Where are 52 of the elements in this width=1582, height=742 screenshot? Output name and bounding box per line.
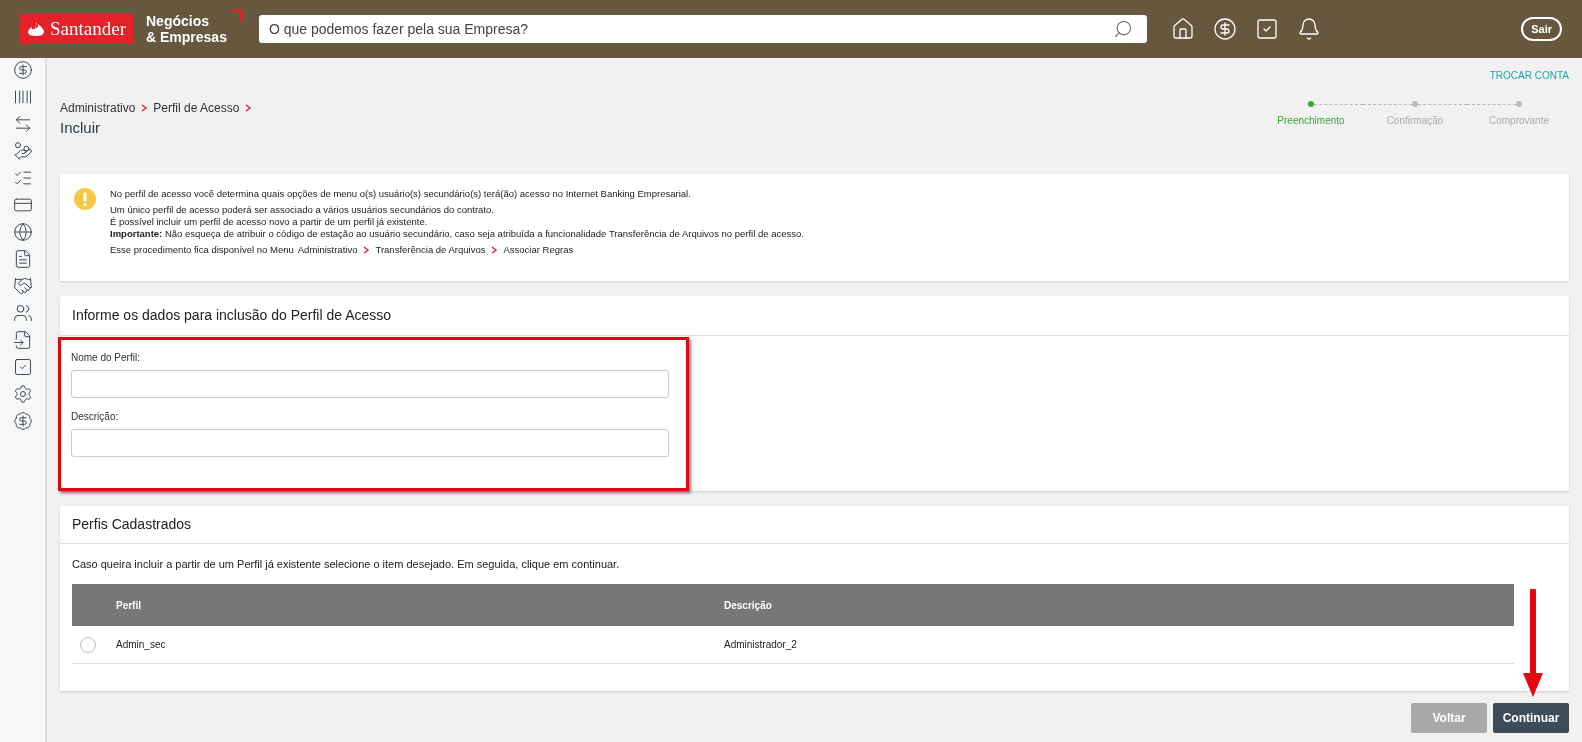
notice-lead: No perfil de acesso você determina quais opções de menu o(s) usuário(s) secundário(s) terá(ão) acesso no Internet Banking Empresarial. <box>110 187 692 200</box>
step-label: Comprovante <box>1489 114 1549 128</box>
bell-icon[interactable] <box>1296 17 1321 41</box>
checkbox-icon[interactable] <box>1254 17 1279 41</box>
people-icon[interactable] <box>12 303 33 323</box>
section-title: Perfis Cadastrados <box>60 505 1569 544</box>
field-label: Nome do Perfil: <box>71 350 141 365</box>
menu-path-item: Administrativo <box>297 243 358 256</box>
step-label: Preenchimento <box>1277 114 1345 128</box>
home-icon[interactable] <box>1170 17 1195 41</box>
text-field[interactable] <box>71 369 669 398</box>
continue-button[interactable]: Continuar <box>1493 702 1569 733</box>
notice-text: Um único perfil de acesso poderá ser associado a vários usuários secundários do contrato. <box>110 203 495 216</box>
breadcrumb-link[interactable]: Administrativo <box>60 99 136 117</box>
flame-icon <box>28 22 44 36</box>
chevron-icon <box>245 104 252 112</box>
breadcrumb-link[interactable]: Perfil de Acesso <box>153 99 240 117</box>
step-label: Confirmação <box>1386 114 1444 128</box>
globe-icon[interactable] <box>12 222 33 242</box>
settings-icon[interactable] <box>12 384 33 404</box>
column-header: Perfil <box>115 598 142 613</box>
chevron-icon <box>363 245 370 254</box>
menu-path-item: Associar Regras <box>503 243 574 256</box>
field-label: Descrição: <box>71 409 120 424</box>
page-title: Incluir <box>60 118 101 138</box>
checkbox-icon[interactable] <box>12 357 33 377</box>
profiles-hint: Caso queira incluir a partir de um Perfil já existente selecione o item desejado. Em seguida, clique em continuar. <box>72 556 621 572</box>
column-header: Descrição <box>724 598 772 613</box>
search-field[interactable]: O que podemos fazer pela sua Empresa? <box>258 15 1147 43</box>
notice-text: Importante: Não esqueça de atribuir o código de estação ao usuário secundário, caso seja atribuída a funcionalidade Transferência de Arquivos no perfil de acesso. <box>110 227 804 240</box>
document-arrow-icon[interactable] <box>12 330 33 350</box>
section-title: Informe os dados para inclusão do Perfil de Acesso <box>60 295 1569 336</box>
notice-text: É possível incluir um perfil de acesso novo a partir de um perfil já existente. <box>110 215 429 228</box>
hand-coins-icon[interactable] <box>12 141 33 161</box>
table-cell-text: Admin_sec <box>116 638 167 652</box>
product-name: Negócios <box>146 13 210 29</box>
table-cell-text: Administrador_2 <box>724 638 797 652</box>
handshake-icon[interactable] <box>12 276 33 296</box>
warning-icon <box>74 187 96 210</box>
chevron-icon <box>141 104 148 112</box>
logout-button[interactable]: Sair <box>1521 17 1562 41</box>
menu-path-item: Transferência de Arquivos <box>375 243 486 256</box>
text-field[interactable] <box>71 428 669 457</box>
brand-name: Santander <box>50 16 126 41</box>
chevron-icon <box>491 245 498 254</box>
corner-mark-icon <box>230 9 243 21</box>
dollar-badge-icon[interactable] <box>12 411 33 431</box>
search-icon[interactable] <box>1112 19 1133 39</box>
notice-text: Esse procedimento fica disponível no Menu <box>110 243 294 256</box>
dollar-circle-icon[interactable] <box>1212 17 1237 41</box>
product-name: & Empresas <box>146 29 227 45</box>
dollar-circle-icon[interactable] <box>12 60 33 80</box>
